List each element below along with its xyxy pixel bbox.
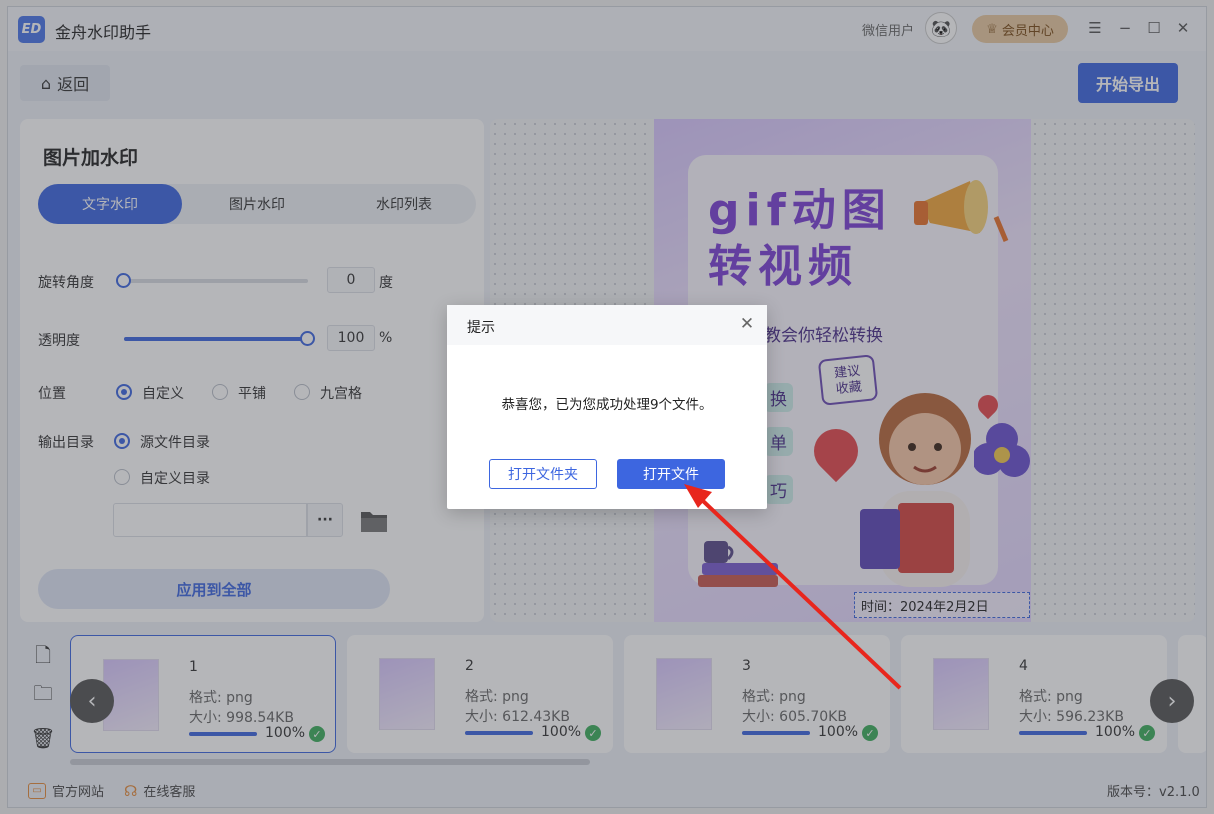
- close-icon[interactable]: ✕: [737, 313, 757, 335]
- dialog-title: 提示: [467, 320, 495, 336]
- dialog-header: 提示 ✕: [447, 305, 767, 345]
- open-file-button[interactable]: 打开文件: [617, 459, 725, 489]
- success-dialog: 提示 ✕ 恭喜您，已为您成功处理9个文件。 打开文件夹 打开文件: [447, 305, 767, 509]
- open-folder-button[interactable]: 打开文件夹: [489, 459, 597, 489]
- dialog-message: 恭喜您，已为您成功处理9个文件。: [501, 397, 713, 413]
